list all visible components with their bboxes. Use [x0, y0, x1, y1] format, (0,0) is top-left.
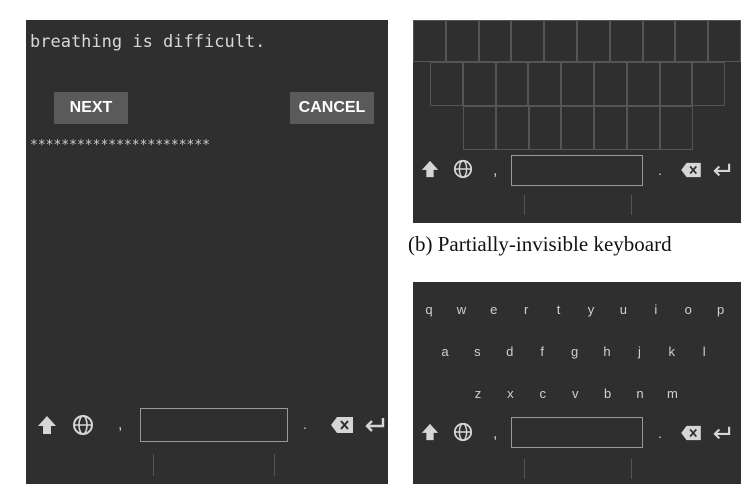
globe-icon[interactable] — [453, 159, 473, 179]
caption-b: (b) Partially-invisible keyboard — [408, 232, 672, 256]
blank-key[interactable] — [430, 62, 463, 106]
blank-key[interactable] — [708, 20, 741, 62]
prompt-text: breathing is difficult. — [30, 32, 266, 52]
blank-key[interactable] — [577, 20, 610, 62]
key-x[interactable]: x — [500, 386, 520, 401]
divider — [153, 454, 154, 476]
key-c[interactable]: c — [533, 386, 553, 401]
key-o[interactable]: o — [678, 302, 698, 317]
key-w[interactable]: w — [451, 302, 471, 317]
blank-key[interactable] — [495, 106, 529, 150]
invisible-keyboard-panel: breathing is difficult. NEXT CANCEL ****… — [26, 20, 388, 484]
key-a[interactable]: a — [435, 344, 455, 359]
shift-icon[interactable] — [420, 422, 440, 442]
period-key[interactable]: . — [658, 162, 662, 178]
key-p[interactable]: p — [711, 302, 731, 317]
shift-icon[interactable] — [36, 414, 58, 436]
key-i[interactable]: i — [646, 302, 666, 317]
blank-key[interactable] — [561, 62, 594, 106]
divider — [524, 459, 525, 479]
comma-key[interactable]: , — [493, 162, 497, 180]
blank-key[interactable] — [626, 62, 660, 106]
comma-key[interactable]: , — [118, 416, 122, 434]
key-m[interactable]: m — [662, 386, 682, 401]
key-j[interactable]: j — [629, 344, 649, 359]
key-q[interactable]: q — [419, 302, 439, 317]
period-key[interactable]: . — [303, 416, 307, 432]
key-t[interactable]: t — [549, 302, 569, 317]
divider — [274, 454, 275, 476]
visible-keyboard-panel: qwertyuiop asdfghjkl zxcvbnm , . — [413, 282, 741, 484]
key-l[interactable]: l — [694, 344, 714, 359]
enter-icon[interactable] — [364, 416, 386, 434]
globe-icon[interactable] — [453, 422, 473, 442]
key-u[interactable]: u — [613, 302, 633, 317]
key-f[interactable]: f — [532, 344, 552, 359]
blank-key[interactable] — [642, 20, 676, 62]
key-d[interactable]: d — [500, 344, 520, 359]
spacebar[interactable] — [140, 408, 288, 442]
divider — [524, 195, 525, 215]
blank-key[interactable] — [478, 20, 512, 62]
blank-key[interactable] — [528, 106, 562, 150]
backspace-icon[interactable] — [680, 425, 702, 441]
blank-key[interactable] — [445, 20, 479, 62]
key-h[interactable]: h — [597, 344, 617, 359]
blank-key[interactable] — [594, 106, 627, 150]
enter-icon[interactable] — [712, 425, 732, 441]
blank-key[interactable] — [659, 106, 693, 150]
spacebar[interactable] — [511, 155, 643, 186]
globe-icon[interactable] — [72, 414, 94, 436]
shift-icon[interactable] — [420, 159, 440, 179]
blank-key[interactable] — [463, 106, 496, 150]
enter-icon[interactable] — [712, 162, 732, 178]
key-z[interactable]: z — [468, 386, 488, 401]
key-n[interactable]: n — [630, 386, 650, 401]
blank-key[interactable] — [659, 62, 693, 106]
blank-key[interactable] — [462, 62, 496, 106]
key-e[interactable]: e — [484, 302, 504, 317]
next-button[interactable]: NEXT — [54, 92, 128, 124]
comma-key[interactable]: , — [493, 425, 497, 443]
blank-key[interactable] — [675, 20, 709, 62]
blank-key[interactable] — [627, 106, 660, 150]
key-g[interactable]: g — [565, 344, 585, 359]
blank-key[interactable] — [594, 62, 627, 106]
blank-key[interactable] — [561, 106, 595, 150]
blank-key[interactable] — [413, 20, 446, 62]
blank-key[interactable] — [511, 20, 545, 62]
partially-invisible-keyboard-panel: , . — [413, 20, 741, 223]
divider — [631, 459, 632, 479]
cancel-button[interactable]: CANCEL — [290, 92, 374, 124]
spacebar[interactable] — [511, 417, 643, 448]
divider — [631, 195, 632, 215]
key-s[interactable]: s — [467, 344, 487, 359]
blank-key[interactable] — [692, 62, 726, 106]
blank-key[interactable] — [528, 62, 562, 106]
key-v[interactable]: v — [565, 386, 585, 401]
password-field[interactable]: *********************** — [30, 138, 210, 153]
key-r[interactable]: r — [516, 302, 536, 317]
key-b[interactable]: b — [598, 386, 618, 401]
backspace-icon[interactable] — [680, 162, 702, 178]
backspace-icon[interactable] — [330, 416, 354, 434]
blank-key[interactable] — [544, 20, 577, 62]
blank-key[interactable] — [609, 20, 643, 62]
key-k[interactable]: k — [662, 344, 682, 359]
blank-key[interactable] — [495, 62, 529, 106]
period-key[interactable]: . — [658, 425, 662, 441]
key-y[interactable]: y — [581, 302, 601, 317]
